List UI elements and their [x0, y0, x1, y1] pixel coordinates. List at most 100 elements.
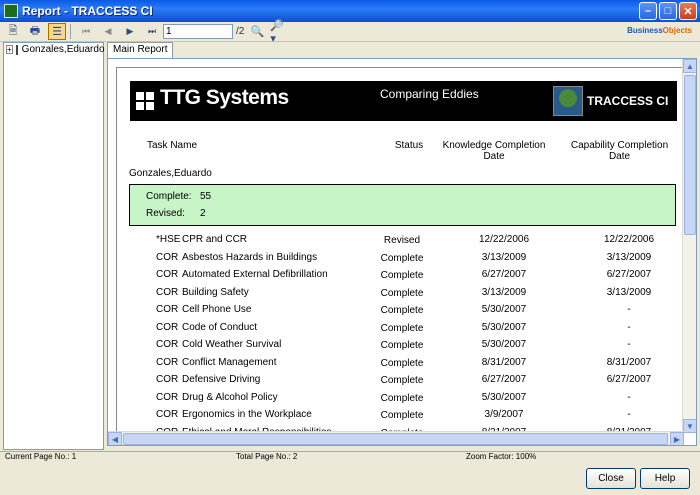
page-total: /2	[236, 26, 245, 37]
row-capability-date: -	[627, 304, 631, 315]
table-row: COR Code of Conduct Complete 5/30/2007 -	[129, 320, 676, 337]
row-task-name: Conflict Management	[182, 356, 277, 368]
table-row: COR Drug & Alcohol Policy Complete 5/30/200…	[129, 390, 676, 407]
table-row: COR Automated External Defibrillation Comp…	[129, 267, 676, 284]
report-banner: TTG Systems Comparing Eddies TRACCESS CI	[130, 81, 677, 121]
vertical-scroll-thumb[interactable]	[684, 75, 696, 235]
brand-text: Business	[627, 26, 663, 35]
report-page: TTG Systems Comparing Eddies TRACCESS CI…	[116, 67, 683, 439]
row-knowledge-date: 5/30/2007	[481, 391, 527, 403]
row-capability-date: -	[627, 321, 631, 333]
scroll-up-icon[interactable]: ▲	[683, 59, 696, 73]
page-number-input[interactable]	[163, 24, 233, 39]
next-page-icon[interactable]: ▶	[119, 23, 141, 40]
table-row: COR Ergonomics in the Workplace Complete 3/…	[129, 407, 676, 424]
row-knowledge-date: 12/22/2006	[478, 234, 530, 245]
toolbar-separator	[70, 24, 71, 39]
row-task-name: Asbestos Hazards in Buildings	[182, 251, 318, 263]
previous-page-icon[interactable]: ◀	[97, 23, 119, 40]
row-code: COR	[156, 321, 179, 333]
report-viewer[interactable]: TTG Systems Comparing Eddies TRACCESS CI…	[107, 58, 697, 446]
row-task-name: Building Safety	[182, 286, 249, 298]
group-tree[interactable]: + Gonzales,Eduardo	[3, 42, 105, 450]
table-row: COR Defensive Driving Complete 6/27/2007 6/2…	[129, 372, 676, 389]
row-status: Complete	[380, 392, 424, 404]
row-status: Complete	[380, 375, 424, 386]
row-task-name: Cell Phone Use	[182, 304, 252, 315]
row-code: COR	[156, 356, 179, 368]
maximize-button[interactable]: □	[659, 2, 677, 20]
row-capability-date: 8/31/2007	[606, 356, 652, 368]
scroll-left-icon[interactable]: ◀	[108, 432, 122, 445]
row-code: COR	[156, 304, 179, 315]
row-status: Complete	[380, 340, 424, 351]
summary-box: Complete: 55 Revised: 2	[129, 184, 676, 226]
row-code: COR	[156, 286, 179, 298]
print-icon[interactable]: 🖶	[26, 23, 44, 40]
scroll-down-icon[interactable]: ▼	[683, 419, 696, 433]
person-name: Gonzales,Eduardo	[129, 168, 212, 179]
row-status: Complete	[380, 357, 424, 369]
table-row: COR Cell Phone Use Complete 5/30/2007 -	[129, 302, 676, 319]
export-icon[interactable]: 🗎	[4, 23, 22, 40]
horizontal-scrollbar[interactable]: ◀ ▶	[108, 431, 684, 445]
header-knowledge-date: Knowledge Completion Date	[442, 140, 546, 162]
row-status: Complete	[380, 270, 424, 281]
row-task-name: Drug & Alcohol Policy	[182, 391, 278, 403]
total-page-status: Total Page No.: 2	[236, 452, 298, 461]
table-row: COR Conflict Management Complete 8/31/2007 8…	[129, 355, 676, 372]
row-code: COR	[156, 374, 179, 385]
status-bar: Current Page No.: 1 Total Page No.: 2 Zo…	[0, 451, 700, 462]
row-knowledge-date: 5/30/2007	[481, 321, 527, 333]
row-capability-date: -	[627, 409, 631, 420]
row-task-name: Defensive Driving	[182, 374, 261, 385]
title-bar[interactable]: Report - TRACCESS CI – □ ✕	[0, 0, 700, 22]
find-icon[interactable]: 🔍	[248, 23, 266, 40]
row-task-name: Ergonomics in the Workplace	[182, 409, 312, 420]
report-title: Comparing Eddies	[380, 87, 479, 101]
row-knowledge-date: 6/27/2007	[481, 269, 527, 280]
row-capability-date: -	[627, 391, 631, 403]
document-icon	[15, 44, 18, 55]
dialog-footer: Close Help	[0, 462, 700, 495]
complete-label: Complete:	[146, 191, 192, 202]
help-button[interactable]: Help	[640, 468, 690, 489]
tree-logo-icon	[553, 85, 583, 116]
table-row: COR Cold Weather Survival Complete 5/30/200…	[129, 337, 676, 354]
group-tree-toggle-icon[interactable]: ☰	[48, 23, 66, 40]
row-capability-date: 6/27/2007	[606, 374, 652, 385]
row-capability-date: 6/27/2007	[606, 269, 652, 280]
tree-item-label: Gonzales,Eduardo	[21, 44, 105, 55]
row-task-name: Automated External Defibrillation	[182, 269, 328, 280]
row-capability-date: 3/13/2009	[606, 286, 652, 298]
row-status: Complete	[380, 322, 424, 334]
header-capability-date: Capability Completion Date	[570, 140, 669, 162]
ttg-logo-icon	[136, 92, 154, 110]
row-knowledge-date: 3/13/2009	[481, 286, 527, 298]
vertical-scrollbar[interactable]: ▲ ▼	[682, 59, 696, 433]
row-task-name: CPR and CCR	[182, 234, 248, 245]
header-status: Status	[394, 140, 424, 151]
tree-item-root[interactable]: + Gonzales,Eduardo	[4, 43, 105, 56]
traccess-logo: TRACCESS CI	[553, 85, 673, 116]
close-button[interactable]: Close	[586, 468, 636, 489]
tab-main-report[interactable]: Main Report	[107, 42, 174, 58]
row-status: Complete	[380, 287, 424, 299]
row-code: *HSE	[156, 234, 181, 245]
horizontal-scroll-thumb[interactable]	[123, 433, 668, 445]
zoom-icon[interactable]: 🔎▾	[270, 20, 288, 45]
scroll-right-icon[interactable]: ▶	[670, 432, 684, 445]
first-page-icon[interactable]: ⏮	[75, 23, 97, 40]
row-knowledge-date: 3/9/2007	[484, 409, 524, 420]
minimize-button[interactable]: –	[639, 2, 657, 20]
row-knowledge-date: 6/27/2007	[481, 374, 527, 385]
brand-accent-text: Objects	[662, 26, 692, 35]
row-code: COR	[156, 391, 179, 403]
expand-icon[interactable]: +	[6, 45, 13, 54]
last-page-icon[interactable]: ⏭	[141, 23, 163, 40]
row-knowledge-date: 5/30/2007	[481, 339, 527, 350]
tab-bar: Main Report	[107, 42, 697, 58]
table-row: COR Building Safety Complete 3/13/2009 3/13/…	[129, 285, 676, 302]
close-window-button[interactable]: ✕	[679, 2, 697, 20]
row-status: Revised	[383, 235, 421, 246]
